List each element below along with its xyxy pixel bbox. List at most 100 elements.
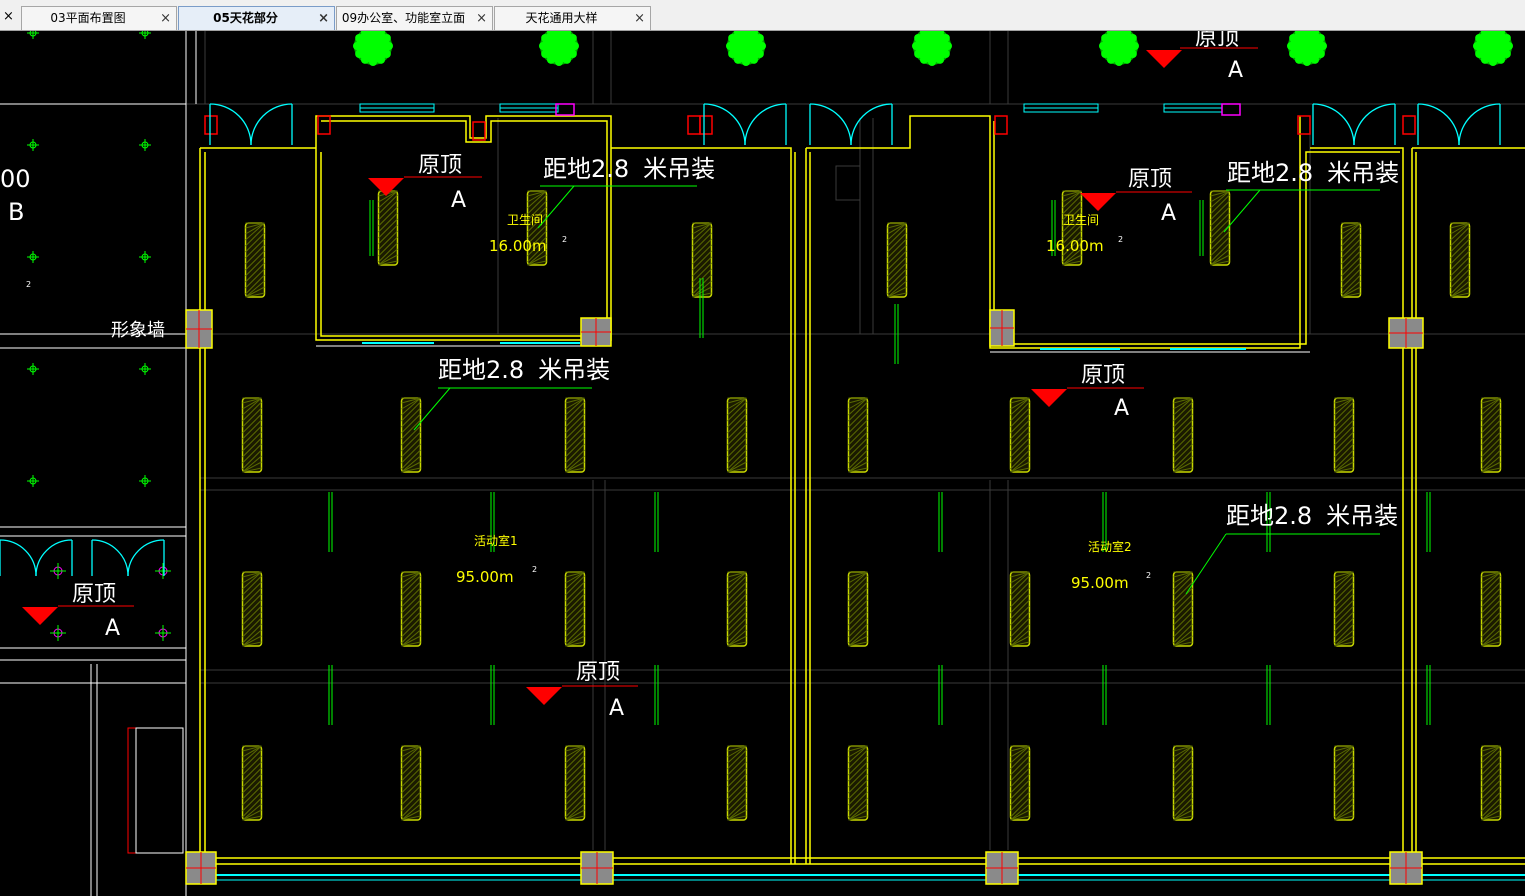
door-swing — [1417, 103, 1501, 146]
linear-light-strip — [1426, 665, 1431, 725]
tab-label: 03平面布置图 — [50, 11, 126, 25]
ceiling-type-label: A — [1161, 201, 1176, 226]
ceiling-type-label: A — [1228, 58, 1243, 83]
close-icon[interactable]: × — [476, 7, 487, 30]
svg-text:距地2.8米吊装: 距地2.8 米吊装 — [1227, 159, 1399, 187]
ceiling-light-fixture — [1480, 397, 1502, 473]
area-unit-superscript: 2 — [562, 235, 567, 244]
ceiling-light-fixture — [1172, 397, 1194, 473]
tab-05-ceiling[interactable]: 05天花部分 × — [178, 6, 335, 30]
ceiling-original-label: 原顶 — [418, 153, 462, 178]
spotlight-symbol — [155, 625, 171, 641]
wall-pier — [1402, 115, 1416, 135]
svg-text:距地2.8米吊装: 距地2.8 米吊装 — [438, 356, 610, 384]
small-note: 2 — [26, 280, 31, 289]
ceiling-light-fixture — [1172, 571, 1194, 647]
structural-column — [185, 851, 217, 885]
ceiling-original-label: 原顶 — [1195, 31, 1239, 51]
structural-column — [1388, 317, 1424, 349]
tab-09-office-elevation[interactable]: 09办公室、功能室立面 × — [336, 6, 493, 30]
spotlight-symbol — [155, 563, 171, 579]
ceiling-type-label: A — [609, 696, 624, 721]
tab-label: 天花通用大样 — [525, 11, 598, 25]
door-swing — [1312, 103, 1396, 146]
feature-wall-label: 形象墙 — [111, 320, 165, 341]
ceiling-light-fixture — [241, 745, 263, 821]
hanging-height-note: 距地2.8 米吊装 — [1223, 159, 1399, 233]
room-area: 95.00m — [1071, 574, 1129, 592]
window-mark — [555, 103, 575, 116]
ceiling-light-fixture — [1480, 745, 1502, 821]
ceiling-light-fixture — [726, 397, 748, 473]
room-name: 卫生间 — [1063, 213, 1099, 227]
tree-symbols — [353, 31, 1513, 66]
tree-symbol — [1287, 31, 1327, 66]
room-label: 活动室2 95.00m 2 — [1071, 539, 1151, 592]
downlight-symbol — [139, 139, 151, 151]
wall-pier — [994, 115, 1008, 135]
linear-light-strip — [328, 665, 333, 725]
columns — [185, 309, 1424, 885]
linear-light-strip — [654, 492, 659, 552]
room-label: 活动室1 95.00m 2 — [456, 533, 537, 586]
ceiling-light-fixture — [1333, 745, 1355, 821]
tab-label: 09办公室、功能室立面 — [341, 11, 466, 25]
note-prefix: 距地 — [438, 356, 486, 384]
tab-bar-close-icon[interactable]: × — [3, 9, 14, 24]
close-icon[interactable]: × — [634, 7, 645, 30]
ceiling-symbol: 原顶 A — [526, 660, 638, 721]
wall-pier — [699, 115, 713, 135]
tab-03-floor-plan[interactable]: 03平面布置图 × — [21, 6, 177, 30]
tree-symbol — [1473, 31, 1513, 66]
ceiling-light-fixture — [564, 397, 586, 473]
tab-ceiling-details[interactable]: 天花通用大样 × — [494, 6, 651, 30]
left-area-frame — [135, 727, 184, 854]
tree-symbol — [726, 31, 766, 66]
wall-line — [320, 120, 608, 337]
note-suffix: 米吊装 — [643, 155, 715, 183]
left-area — [0, 31, 197, 896]
linear-light-strip — [369, 200, 374, 256]
ceiling-symbol: 原顶 A — [22, 582, 134, 641]
linear-light-strip — [1199, 200, 1204, 256]
structural-column — [985, 851, 1019, 885]
drawing-tab-bar: × 03平面布置图 × 05天花部分 × 09办公室、功能室立面 × 天花通用大… — [0, 0, 1525, 31]
downlight-symbol — [27, 251, 39, 263]
hanging-height-note: 距地2.8 米吊装 — [537, 155, 715, 229]
ceiling-light-fixture — [1333, 397, 1355, 473]
downlight-symbol — [27, 31, 39, 39]
structural-column — [1389, 851, 1423, 885]
linear-light-strip — [1266, 665, 1271, 725]
tree-symbol — [539, 31, 579, 66]
ceiling-light-fixture — [1009, 745, 1031, 821]
linear-light-strip — [490, 665, 495, 725]
door-swing — [91, 539, 165, 577]
note-value: 2.8 — [486, 356, 524, 384]
linear-light-strip — [938, 492, 943, 552]
area-unit-superscript: 2 — [1146, 571, 1151, 580]
ceiling-light-fixture — [847, 571, 869, 647]
ceiling-light-fixture — [1009, 397, 1031, 473]
room-name: 活动室2 — [1088, 539, 1132, 554]
ceiling-light-fixture — [1449, 222, 1471, 298]
note-value: 2.8 — [1274, 502, 1312, 530]
cad-drawing-canvas[interactable]: 00 B 2 形象墙 卫生间 16.00m 2 卫生间 16.00m 2 活动室… — [0, 31, 1525, 896]
ceiling-light-fixture — [377, 190, 399, 266]
window-mark — [1221, 103, 1241, 116]
close-icon[interactable]: × — [160, 7, 171, 30]
downlight-symbol — [27, 475, 39, 487]
wall-pier — [687, 115, 701, 135]
spotlight-symbol — [50, 625, 66, 641]
room-name: 卫生间 — [507, 213, 543, 227]
hanging-height-note: 距地2.8 米吊装 — [1185, 502, 1398, 595]
note-suffix: 米吊装 — [538, 356, 610, 384]
ceiling-light-fixture — [564, 745, 586, 821]
linear-light-strip — [328, 492, 333, 552]
note-suffix: 米吊装 — [1326, 502, 1398, 530]
close-icon[interactable]: × — [318, 7, 329, 30]
elevation-label: 00 — [0, 165, 31, 193]
ceiling-light-fixture — [1333, 571, 1355, 647]
linear-light-strip — [1102, 665, 1107, 725]
downlight-symbol — [139, 31, 151, 39]
downlight-symbol — [27, 139, 39, 151]
